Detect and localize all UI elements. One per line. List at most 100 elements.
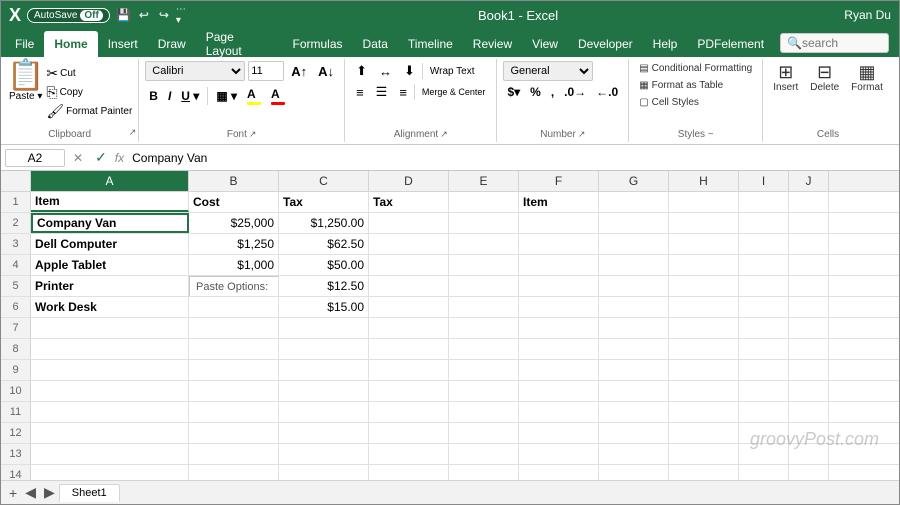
cell-H1[interactable] [669,192,739,212]
tab-draw[interactable]: Draw [148,31,196,57]
percent-btn[interactable]: % [526,83,545,101]
cell-C4[interactable]: $50.00 [279,255,369,275]
cell-D4[interactable] [369,255,449,275]
col-header-D[interactable]: D [369,171,449,191]
name-box[interactable] [5,149,65,167]
italic-btn[interactable]: I [164,87,175,105]
cell-styles-btn[interactable]: ▢ Cell Styles [635,95,703,110]
autosave-toggle[interactable]: Off [80,10,102,21]
decrease-font-btn[interactable]: A↓ [314,62,338,81]
number-expand-icon[interactable]: ↗ [578,129,586,140]
cell-F1[interactable]: Item [519,192,599,212]
font-family-select[interactable]: Calibri [145,61,245,81]
col-header-E[interactable]: E [449,171,519,191]
cell-C2[interactable]: $1,250.00 [279,213,369,233]
col-header-A[interactable]: A [31,171,189,191]
cell-A4[interactable]: Apple Tablet [31,255,189,275]
cell-F6[interactable] [519,297,599,317]
col-header-G[interactable]: G [599,171,669,191]
tab-view[interactable]: View [522,31,568,57]
underline-btn[interactable]: U ▾ [177,87,203,105]
tab-page-layout[interactable]: Page Layout [196,31,283,57]
cell-J3[interactable] [789,234,829,254]
scroll-right-sheet-btn[interactable]: ▶ [40,484,59,501]
cell-E6[interactable] [449,297,519,317]
align-middle-btn[interactable]: ↔ [374,62,397,81]
cell-H4[interactable] [669,255,739,275]
cell-I3[interactable] [739,234,789,254]
cell-I6[interactable] [739,297,789,317]
col-header-F[interactable]: F [519,171,599,191]
conditional-formatting-btn[interactable]: ▤ Conditional Formatting [635,61,756,76]
cell-J6[interactable] [789,297,829,317]
format-painter-btn[interactable]: 🖌 Format Painter [46,103,132,120]
undo-icon[interactable]: ↩ [136,7,152,23]
align-top-btn[interactable]: ⬆ [351,61,372,81]
cell-B1[interactable]: Cost [189,192,279,212]
save-icon[interactable]: 💾 [116,7,132,23]
cell-B5[interactable]: Paste Options: 📋 📝 🔢 🖼 🔗 📌 [189,276,279,296]
cell-E5[interactable] [449,276,519,296]
delete-btn[interactable]: ⊟ Delete [806,61,843,95]
cell-C3[interactable]: $62.50 [279,234,369,254]
search-input[interactable] [802,36,882,50]
cell-F3[interactable] [519,234,599,254]
cell-J1[interactable] [789,192,829,212]
cell-I1[interactable] [739,192,789,212]
tab-data[interactable]: Data [353,31,398,57]
cell-B6[interactable] [189,297,279,317]
cell-A3[interactable]: Dell Computer [31,234,189,254]
col-header-B[interactable]: B [189,171,279,191]
merge-center-btn[interactable]: Merge & Center [417,85,491,99]
tab-file[interactable]: File [5,31,44,57]
redo-icon[interactable]: ↪ [156,7,172,23]
cell-J4[interactable] [789,255,829,275]
cell-B3[interactable]: $1,250 [189,234,279,254]
decrease-decimal-btn[interactable]: ←.0 [592,83,622,101]
font-size-input[interactable] [248,61,284,81]
cell-D3[interactable] [369,234,449,254]
cell-E1[interactable] [449,192,519,212]
cell-B4[interactable]: $1,000 [189,255,279,275]
cell-B2[interactable]: $25,000 [189,213,279,233]
cell-G4[interactable] [599,255,669,275]
cell-C1[interactable]: Tax [279,192,369,212]
search-box[interactable]: 🔍 [780,33,889,53]
cell-E4[interactable] [449,255,519,275]
cell-A7[interactable] [31,318,189,338]
cell-C6[interactable]: $15.00 [279,297,369,317]
wrap-text-btn[interactable]: Wrap Text [425,64,480,79]
autosave-badge[interactable]: AutoSave Off [27,8,110,23]
cell-D1[interactable]: Tax [369,192,449,212]
cut-btn[interactable]: ✂ Cut [46,65,132,82]
paste-btn[interactable]: 📋 Paste ▾ [7,61,44,102]
insert-btn[interactable]: ⊞ Insert [769,61,802,95]
cell-G6[interactable] [599,297,669,317]
col-header-H[interactable]: H [669,171,739,191]
cell-D6[interactable] [369,297,449,317]
cell-H3[interactable] [669,234,739,254]
comma-btn[interactable]: , [547,83,558,101]
cell-I5[interactable] [739,276,789,296]
increase-decimal-btn[interactable]: .0→ [560,83,590,101]
cell-E2[interactable] [449,213,519,233]
cell-H5[interactable] [669,276,739,296]
increase-font-btn[interactable]: A↑ [287,62,311,81]
dollar-btn[interactable]: $▾ [503,83,524,101]
cell-E3[interactable] [449,234,519,254]
tab-insert[interactable]: Insert [98,31,148,57]
formula-input[interactable] [128,150,895,166]
sheet-tab-sheet1[interactable]: Sheet1 [59,484,120,502]
font-color-btn[interactable]: A [267,85,289,107]
cell-F2[interactable] [519,213,599,233]
tab-formulas[interactable]: Formulas [283,31,353,57]
confirm-formula-btn[interactable]: ✓ [91,147,111,168]
clipboard-expand-icon[interactable]: ↗ [129,127,137,138]
align-center-btn[interactable]: ☰ [371,82,393,102]
border-btn[interactable]: ▦ ▾ [212,87,241,105]
cell-D2[interactable] [369,213,449,233]
format-btn[interactable]: ▦ Format [847,61,887,95]
cell-G3[interactable] [599,234,669,254]
tab-timeline[interactable]: Timeline [398,31,463,57]
tab-review[interactable]: Review [463,31,522,57]
